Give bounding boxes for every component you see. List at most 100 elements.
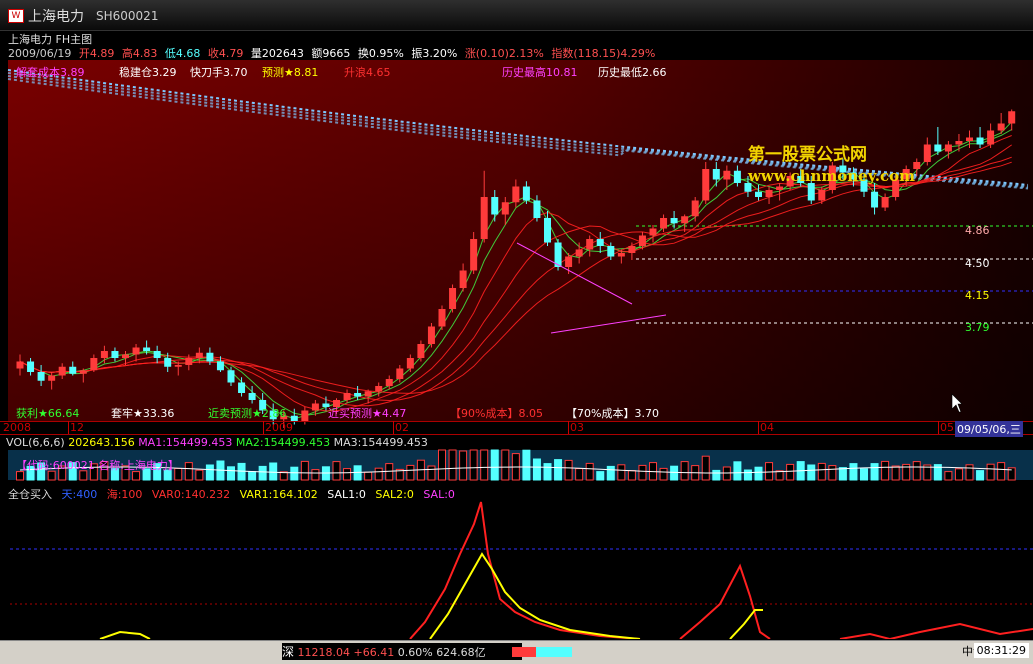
stock-info-label: 【代码:600021 名称:上海电力】 <box>16 459 179 472</box>
indicator-quick-knife: 快刀手3.70 <box>190 66 248 79</box>
indicator-trapped: 套牢★33.36 <box>111 407 175 420</box>
volume-bar <box>501 449 510 481</box>
indicator-unlock-cost: 解套成本3.89 <box>16 66 85 79</box>
candle-body <box>143 347 151 351</box>
candle-body <box>976 137 984 145</box>
candle-body <box>311 403 319 411</box>
var1-line-left <box>99 630 151 639</box>
quote-volume: 量202643 <box>250 47 304 60</box>
candle-body <box>16 361 24 369</box>
indicator-panel[interactable]: 全仓买入 天:400 海:100 VAR0:140.232 VAR1:164.1… <box>0 484 1033 639</box>
candle-body <box>248 393 256 400</box>
volume-bar <box>986 463 995 481</box>
candle-body <box>48 375 56 381</box>
candle-body <box>185 358 193 365</box>
candle-body <box>765 190 773 197</box>
market-label: 深 <box>282 645 295 659</box>
quote-date: 2009/06/19 <box>8 47 72 60</box>
index-value: 11218.04 <box>297 646 351 659</box>
candle-body <box>755 191 762 197</box>
candle-body <box>438 309 446 327</box>
indicator-value-sal1: SAL1:0 <box>327 488 366 501</box>
volume-bar <box>490 449 499 481</box>
indicator-chart-svg <box>10 501 1033 639</box>
candle-body <box>459 270 467 288</box>
volume-bar <box>617 464 626 481</box>
quote-close: 收4.79 <box>207 47 244 60</box>
candle-body <box>533 200 541 218</box>
index-percent: 0.60% <box>397 646 433 659</box>
volume-ma2: MA2:154499.453 <box>235 436 331 449</box>
volume-bar <box>459 450 468 481</box>
volume-bar <box>638 464 647 481</box>
indicator-stable-position: 稳建仓3.29 <box>119 66 177 79</box>
candle-body <box>90 358 98 371</box>
candle-body <box>238 382 246 393</box>
volume-bar <box>258 465 267 481</box>
indicator-forecast: 预测★8.81 <box>262 66 319 79</box>
app-icon[interactable]: W <box>8 9 24 23</box>
indicator-value-hai: 海:100 <box>106 488 143 501</box>
candle-body <box>343 393 351 400</box>
volume-bar <box>332 461 341 481</box>
candle-body <box>512 186 520 203</box>
candle-body <box>427 326 435 344</box>
candle-body <box>702 169 710 201</box>
volume-bar <box>543 463 552 481</box>
candle-body <box>881 197 889 208</box>
candle-body <box>617 253 625 257</box>
candle-body <box>470 239 478 271</box>
price-level-label: 4.86 <box>965 224 990 237</box>
volume-bar <box>374 467 383 481</box>
indicator-value-tian: 天:400 <box>61 488 98 501</box>
volume-bar <box>438 449 446 481</box>
quote-amplitude: 振3.20% <box>411 47 458 60</box>
candle-body <box>966 137 973 141</box>
candle-body <box>712 169 720 180</box>
market-index-ticker[interactable]: 深 11218.04 +66.41 0.60% 624.68亿 <box>282 643 522 660</box>
quote-turnover: 换0.95% <box>357 47 404 60</box>
volume-bar <box>227 466 235 481</box>
watermark-site-url: www.chnmoney.com <box>748 167 915 185</box>
candle-body <box>375 386 383 392</box>
volume-bar <box>701 455 710 481</box>
volume-bar <box>575 468 584 481</box>
candle-body <box>522 186 530 201</box>
candle-body <box>491 197 499 215</box>
volume-label: VOL(6,6,6) <box>6 436 65 449</box>
volume-header: VOL(6,6,6) 202643.156 MA1:154499.453 MA2… <box>6 436 428 449</box>
volume-bar <box>343 468 352 481</box>
volume-bar <box>807 464 816 481</box>
volume-bar <box>195 469 204 481</box>
candle-body <box>501 202 509 215</box>
date-axis-label: 03 <box>568 421 584 434</box>
candle-body <box>449 288 457 309</box>
volume-bar <box>817 462 826 481</box>
volume-bar <box>754 466 763 481</box>
market-amount: 624.68亿 <box>436 646 486 659</box>
volume-bar <box>205 464 214 481</box>
price-level-label: 4.15 <box>965 289 990 302</box>
candle-body <box>1008 111 1016 124</box>
candle-body <box>100 351 108 358</box>
candle-body <box>301 410 309 421</box>
candle-body <box>69 366 77 374</box>
candle-body <box>987 130 995 145</box>
main-price-chart[interactable]: 解套成本3.89 稳建仓3.29 快刀手3.70 预测★8.81 升浪4.65 … <box>0 60 1033 432</box>
price-chart-svg <box>7 60 1033 428</box>
volume-panel[interactable]: VOL(6,6,6) 202643.156 MA1:154499.453 MA2… <box>0 434 1033 484</box>
advance-decline-bar <box>512 647 572 657</box>
candle-body <box>364 391 372 397</box>
volume-bar <box>448 449 457 481</box>
volume-bar <box>480 449 489 481</box>
candle-body <box>544 218 551 243</box>
var1-line <box>429 552 641 639</box>
volume-bar <box>585 462 594 481</box>
window-titlebar: W 上海电力 SH600021 <box>0 0 1033 31</box>
volume-bar <box>627 470 636 481</box>
candle-body <box>417 344 425 358</box>
volume-bar <box>290 466 299 481</box>
indicator-name: 全仓买入 <box>8 488 52 501</box>
candle-body <box>871 191 879 208</box>
candle-body <box>122 354 129 358</box>
